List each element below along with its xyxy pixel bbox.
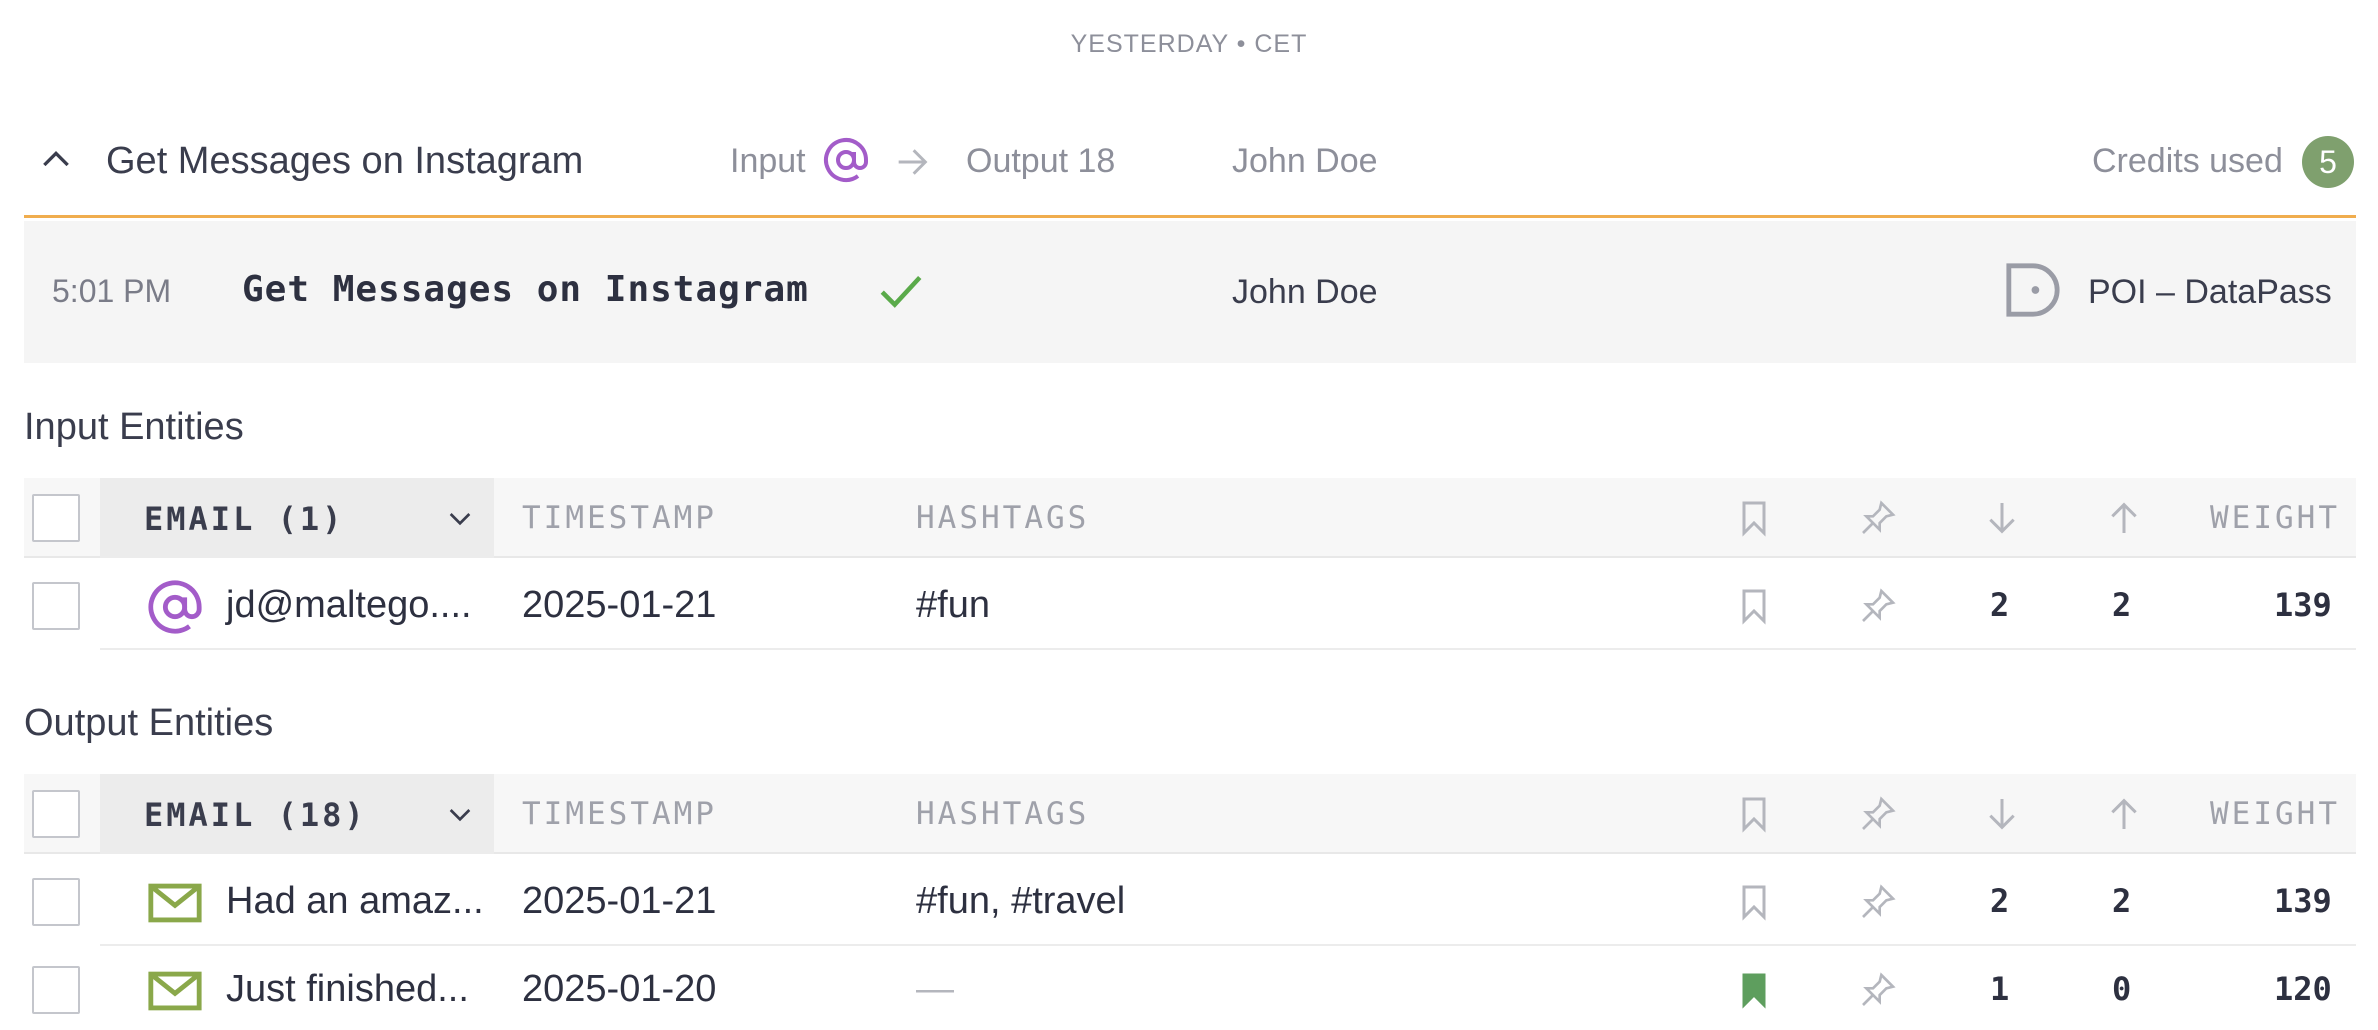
entity-weight: 139 [2274,882,2332,920]
bookmark-icon[interactable] [1734,586,1774,626]
day-header: YESTERDAY • CET [1070,30,1308,58]
timestamp-column-header[interactable]: TIMESTAMP [522,796,717,832]
timestamp-column-header[interactable]: TIMESTAMP [522,500,717,536]
arrow-up-icon[interactable] [2104,794,2144,834]
poi-label: POI – DataPass [2088,273,2332,311]
transform-user: John Doe [1232,273,1378,311]
check-icon [880,275,922,308]
weight-column-header[interactable]: WEIGHT [2210,796,2340,832]
chevron-up-icon[interactable] [36,140,76,180]
row-checkbox[interactable] [32,878,80,926]
hashtags-column-header[interactable]: HASHTAGS [916,500,1089,536]
entity-timestamp: 2025-01-21 [522,584,717,626]
bookmark-icon[interactable] [1734,970,1774,1010]
arrow-up-icon[interactable] [2104,498,2144,538]
incoming-count: 1 [1990,970,2010,1008]
table-header: EMAIL (18) TIMESTAMP HASHTAGS WEIGHT [24,774,2356,854]
table-row[interactable]: Had an amaz... 2025-01-21 #fun, #travel … [24,858,2356,946]
transform-time: 5:01 PM [52,273,172,309]
row-divider [100,648,2356,650]
entity-name: Just finished... [226,968,469,1010]
row-checkbox[interactable] [32,582,80,630]
entity-type-dropdown[interactable]: EMAIL (18) [100,774,494,854]
credits-badge: 5 [2302,136,2354,188]
poi-icon [2006,263,2060,317]
pin-icon[interactable] [1858,498,1898,538]
entity-hashtags: #fun, #travel [916,880,1126,922]
mail-icon [148,971,202,1011]
bookmark-icon[interactable] [1734,882,1774,922]
entity-type-label: EMAIL (1) [144,500,345,538]
table-row[interactable]: Just finished... 2025-01-20 — 1 0 120 [24,946,2356,1030]
select-all-checkbox[interactable] [32,790,80,838]
chevron-down-icon [449,513,471,526]
table-row[interactable]: jd@maltego.... 2025-01-21 #fun 2 2 139 [24,562,2356,650]
row-checkbox[interactable] [32,966,80,1014]
outgoing-count: 2 [2112,882,2132,920]
pin-icon[interactable] [1858,882,1898,922]
entity-type-label: EMAIL (18) [144,796,367,834]
entity-timestamp: 2025-01-21 [522,880,717,922]
arrow-right-icon [898,149,928,175]
at-sign-icon [148,580,202,634]
entity-hashtags: — [916,968,954,1010]
entity-weight: 139 [2274,586,2332,624]
bookmark-icon[interactable] [1734,794,1774,834]
incoming-count: 2 [1990,586,2010,624]
hashtags-column-header[interactable]: HASHTAGS [916,796,1089,832]
outgoing-count: 0 [2112,970,2132,1008]
bookmark-icon[interactable] [1734,498,1774,538]
output-label: Output 18 [966,142,1116,180]
arrow-down-icon[interactable] [1982,498,2022,538]
pin-icon[interactable] [1858,586,1898,626]
entity-timestamp: 2025-01-20 [522,968,717,1010]
entity-name: Had an amaz... [226,880,484,922]
select-all-checkbox[interactable] [32,494,80,542]
table-header: EMAIL (1) TIMESTAMP HASHTAGS WEIGHT [24,478,2356,558]
input-section-title: Input Entities [24,406,244,448]
weight-column-header[interactable]: WEIGHT [2210,500,2340,536]
mail-icon [148,883,202,923]
arrow-down-icon[interactable] [1982,794,2022,834]
pin-icon[interactable] [1858,970,1898,1010]
run-header[interactable]: Get Messages on Instagram Input Output 1… [24,120,2356,218]
credits-label: Credits used [2092,142,2283,180]
outgoing-count: 2 [2112,586,2132,624]
entity-weight: 120 [2274,970,2332,1008]
run-user: John Doe [1232,142,1378,180]
transform-row[interactable]: 5:01 PM Get Messages on Instagram John D… [24,221,2356,363]
entity-hashtags: #fun [916,584,990,626]
incoming-count: 2 [1990,882,2010,920]
output-entities-table: EMAIL (18) TIMESTAMP HASHTAGS WEIGHT Had… [24,774,2356,1030]
transform-name: Get Messages on Instagram [242,269,809,310]
pin-icon[interactable] [1858,794,1898,834]
chevron-down-icon [449,809,471,822]
run-title: Get Messages on Instagram [106,140,584,182]
entity-type-dropdown[interactable]: EMAIL (1) [100,478,494,558]
input-entities-table: EMAIL (1) TIMESTAMP HASHTAGS WEIGHT jd@m… [24,478,2356,658]
input-label: Input [730,142,806,180]
at-sign-icon [824,138,868,182]
output-section-title: Output Entities [24,702,274,744]
entity-name: jd@maltego.... [226,584,472,626]
